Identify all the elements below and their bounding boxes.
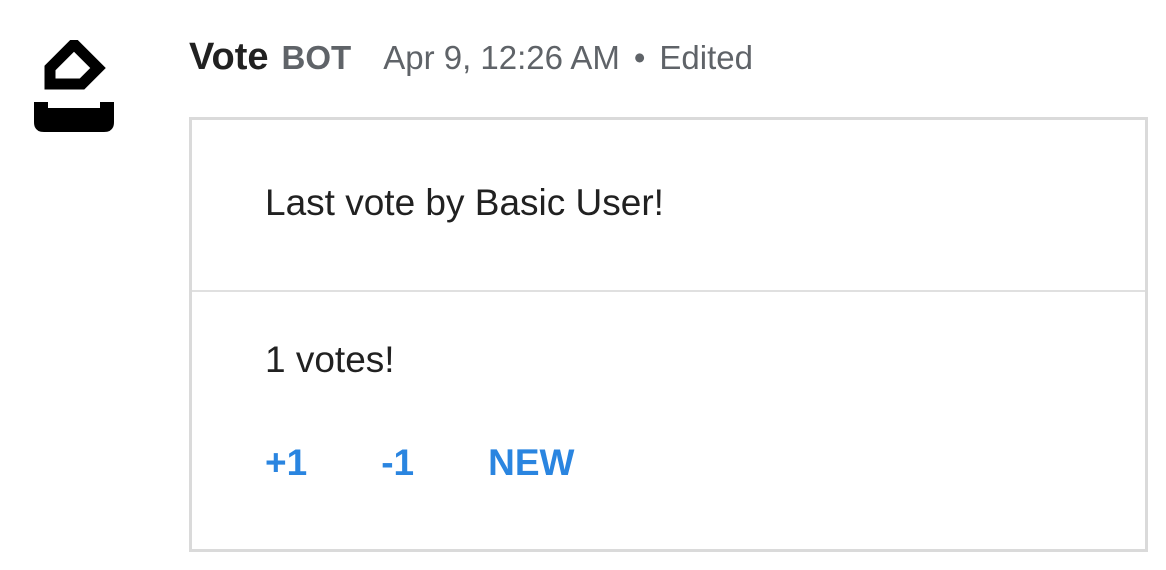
vote-count-text: 1 votes!: [265, 339, 395, 380]
minus-one-button[interactable]: -1: [381, 442, 414, 484]
message-header: Vote BOT Apr 9, 12:26 AM • Edited: [189, 36, 753, 84]
last-vote-text: Last vote by Basic User!: [265, 182, 664, 223]
card-header-section: Last vote by Basic User!: [192, 120, 1145, 292]
bot-avatar[interactable]: [30, 40, 118, 136]
message-timestamp: Apr 9, 12:26 AM: [383, 39, 620, 76]
new-vote-button[interactable]: NEW: [488, 442, 574, 484]
sender-name[interactable]: Vote: [189, 36, 269, 79]
bot-badge: BOT: [281, 39, 352, 76]
separator-dot: •: [633, 39, 646, 76]
plus-one-button[interactable]: +1: [265, 442, 307, 484]
vote-card: Last vote by Basic User! 1 votes! +1 -1 …: [189, 117, 1148, 552]
vote-actions: +1 -1 NEW: [265, 442, 574, 484]
ballot-box-icon: [34, 40, 114, 132]
edited-label: Edited: [659, 39, 753, 76]
